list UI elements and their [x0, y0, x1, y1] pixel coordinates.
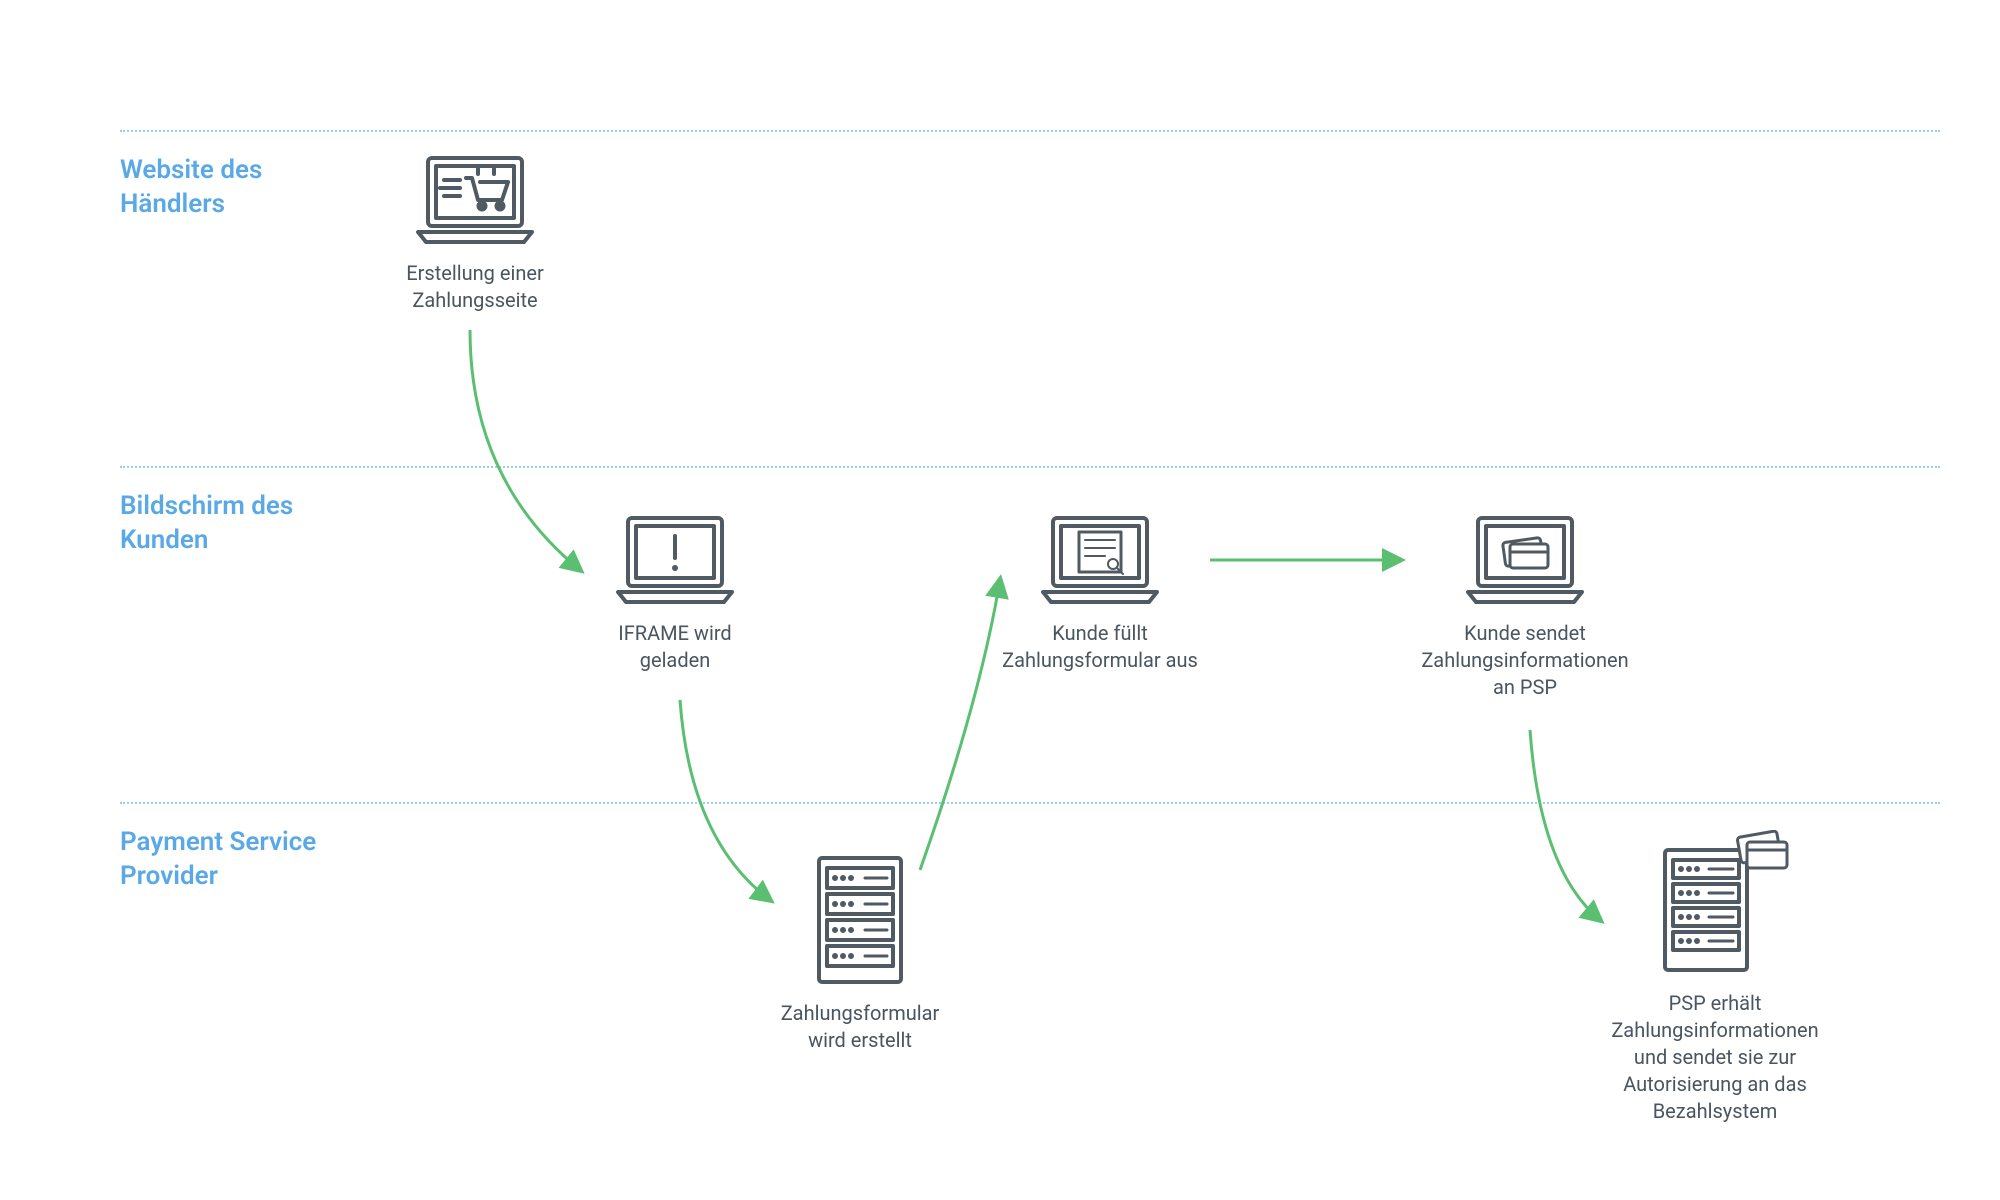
laptop-shopping-cart-icon	[410, 150, 540, 250]
node-psp-receives: PSP erhält Zahlungsinformationen und sen…	[1575, 830, 1855, 1125]
lane-label-psp: Payment Service Provider	[120, 826, 340, 894]
node-customer-sends-payment: Kunde sendet Zahlungsinformationen an PS…	[1410, 510, 1640, 701]
node-create-payment-page: Erstellung einer Zahlungsseite	[390, 150, 560, 314]
divider-line	[120, 802, 1940, 804]
lane-label-merchant: Website des Händlers	[120, 154, 340, 222]
lane-label-customer: Bildschirm des Kunden	[120, 490, 340, 558]
arrow-n1-n2	[470, 330, 580, 570]
arrow-n3-n4	[920, 580, 1000, 870]
node-label: Zahlungsformular wird erstellt	[760, 1000, 960, 1054]
server-rack-icon	[805, 850, 915, 990]
laptop-form-icon	[1035, 510, 1165, 610]
node-label: Erstellung einer Zahlungsseite	[390, 260, 560, 314]
node-label: Kunde sendet Zahlungsinformationen an PS…	[1410, 620, 1640, 701]
node-customer-fills-form: Kunde füllt Zahlungsformular aus	[1000, 510, 1200, 674]
lane-label-text: Website des Händlers	[120, 155, 262, 219]
lane-label-text: Payment Service Provider	[120, 827, 316, 891]
node-label: PSP erhält Zahlungsinformationen und sen…	[1595, 990, 1835, 1125]
divider-line	[120, 130, 1940, 132]
laptop-alert-icon	[610, 510, 740, 610]
node-label: Kunde füllt Zahlungsformular aus	[1000, 620, 1200, 674]
node-iframe-loading: IFRAME wird geladen	[590, 510, 760, 674]
laptop-credit-cards-icon	[1460, 510, 1590, 610]
server-rack-cards-icon	[1635, 830, 1795, 980]
node-label: IFRAME wird geladen	[590, 620, 760, 674]
node-payment-form-created: Zahlungsformular wird erstellt	[760, 850, 960, 1054]
divider-line	[120, 466, 1940, 468]
arrow-n2-n3	[680, 700, 770, 900]
lane-label-text: Bildschirm des Kunden	[120, 491, 293, 555]
